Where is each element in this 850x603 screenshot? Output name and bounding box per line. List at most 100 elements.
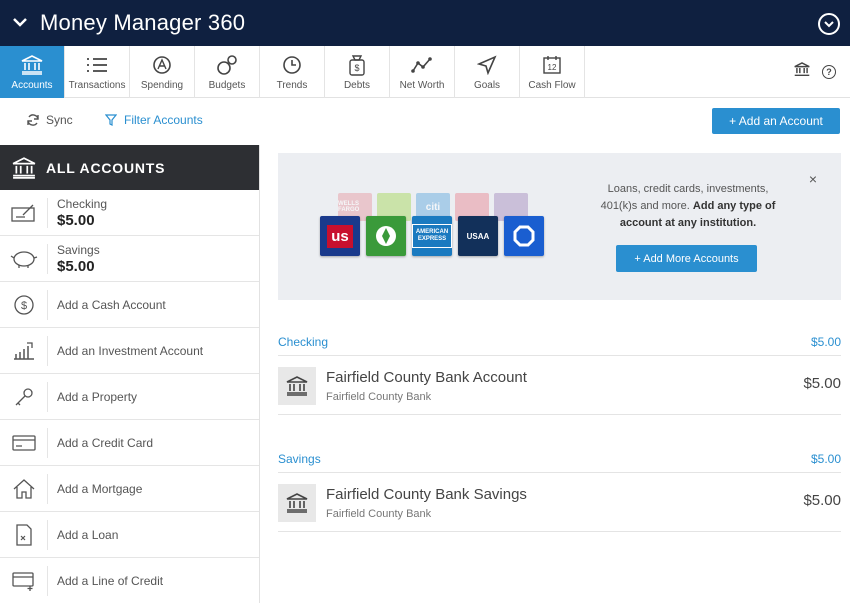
svg-text:$: $ [354,63,359,73]
goals-icon [477,53,497,77]
institution-name: Fairfield County Bank [326,390,432,403]
nav-budgets[interactable]: Budgets [195,46,260,98]
institution-logo [504,216,544,256]
list-icon [86,53,108,77]
filter-accounts-button[interactable]: Filter Accounts [105,113,203,127]
sync-icon [27,114,39,126]
clock-icon [282,53,302,77]
document-icon [0,519,48,550]
account-row[interactable]: Fairfield County Bank Account Fairfield … [278,357,841,415]
section-header-savings[interactable]: Savings $5.00 [278,445,841,473]
bank-icon [21,53,43,77]
sync-label: Sync [46,113,73,127]
institution-logo: AMERICAN EXPRESS [412,216,452,256]
nav-label: Cash Flow [528,80,576,91]
logo-label: WELLS FARGO [338,201,360,213]
chart-icon [0,335,48,366]
filter-label: Filter Accounts [124,113,203,127]
logo-label: us [327,224,353,248]
section-header-checking[interactable]: Checking $5.00 [278,328,841,356]
institution-logo: us [320,216,360,256]
dollar-icon: $ [0,289,48,320]
nav-label: Spending [140,80,184,91]
sidebar-add-cash-account[interactable]: $ Add a Cash Account [0,282,259,328]
sidebar-add-credit-card[interactable]: Add a Credit Card [0,420,259,466]
bank-icon [12,156,36,179]
svg-text:$: $ [20,300,26,312]
section-title: Checking [278,334,329,349]
all-accounts-header[interactable]: ALL ACCOUNTS [0,145,259,190]
nav-debts[interactable]: $ Debts [325,46,390,98]
nav-spending[interactable]: Spending [130,46,195,98]
promo-text: Loans, credit cards, investments, 401(k)… [588,181,788,232]
institution-logo: USAA [458,216,498,256]
calendar-icon: 12 [542,53,562,77]
sidebar-item-label: Add a Mortgage [57,481,143,496]
nav-label: Net Worth [399,80,445,91]
spending-icon [152,53,172,77]
all-accounts-label: ALL ACCOUNTS [46,159,166,176]
help-icon[interactable]: ? [822,65,836,79]
logo-label: USAA [466,231,490,241]
nav-label: Transactions [68,80,126,91]
nav-label: Accounts [11,80,53,91]
nav-accounts[interactable]: Accounts [0,46,65,98]
sidebar-add-line-of-credit[interactable]: Add a Line of Credit [0,558,259,603]
sidebar-account-checking[interactable]: Checking $5.00 [0,190,259,236]
nav-label: Debts [343,80,371,91]
money-manager-app: Money Manager 360 Accounts Transactions … [0,0,850,603]
bank-icon [278,483,316,522]
nav-net-worth[interactable]: Net Worth [390,46,455,98]
section-total: $5.00 [810,334,841,349]
sidebar-item-label: Add a Cash Account [57,297,166,312]
budgets-icon [216,53,238,77]
close-icon[interactable]: × [809,171,817,187]
add-more-accounts-button[interactable]: + Add More Accounts [616,245,757,272]
bank-icon[interactable] [794,62,810,82]
nav-goals[interactable]: Goals [455,46,520,98]
nav-label: Budgets [208,80,246,91]
institution-logo [366,216,406,256]
nav-transactions[interactable]: Transactions [65,46,130,98]
logo-label: AMERICAN EXPRESS [412,224,452,248]
credit-card-icon [0,427,48,458]
sidebar-add-investment-account[interactable]: Add an Investment Account [0,328,259,374]
app-title: Money Manager 360 [40,10,246,35]
account-amount: $5.00 [803,375,841,392]
sidebar-item-label: Add a Line of Credit [57,573,164,588]
nav-cash-flow[interactable]: 12 Cash Flow [520,46,585,98]
nav-label: Trends [276,80,308,91]
nav-trends[interactable]: Trends [260,46,325,98]
calendar-day: 12 [548,63,557,72]
sidebar-item-label: Add an Investment Account [57,343,204,358]
account-row[interactable]: Fairfield County Bank Savings Fairfield … [278,474,841,532]
account-amount: $5.00 [803,492,841,509]
debts-icon: $ [348,53,366,77]
house-icon [0,473,48,504]
add-accounts-promo: WELLS FARGO citi us AMERICAN EXPRESS USA… [278,153,841,300]
chevron-down-icon[interactable] [0,18,40,28]
accounts-sidebar: ALL ACCOUNTS Checking $5.00 Savings $5.0… [0,145,260,603]
bank-icon [278,366,316,405]
checkbook-icon [0,197,48,228]
sidebar-add-property[interactable]: Add a Property [0,374,259,420]
sidebar-item-label: Add a Credit Card [57,435,154,450]
sidebar-add-loan[interactable]: Add a Loan [0,512,259,558]
networth-icon [411,53,433,77]
sidebar-add-mortgage[interactable]: Add a Mortgage [0,466,259,512]
account-name: Savings [57,242,100,257]
title-bar: Money Manager 360 [0,0,850,46]
credit-line-icon [0,565,48,596]
account-balance: $5.00 [57,211,95,229]
nav-label: Goals [473,80,501,91]
filter-icon [105,114,117,126]
piggy-bank-icon [0,243,48,274]
sidebar-item-label: Add a Loan [57,527,119,542]
sidebar-account-savings[interactable]: Savings $5.00 [0,236,259,282]
institution-name: Fairfield County Bank [326,507,432,520]
expand-circle-icon[interactable] [818,13,840,35]
add-account-button[interactable]: + Add an Account [712,108,840,134]
toolbar: Sync Filter Accounts + Add an Account [0,98,850,144]
key-icon [0,381,48,412]
sync-button[interactable]: Sync [26,113,73,127]
